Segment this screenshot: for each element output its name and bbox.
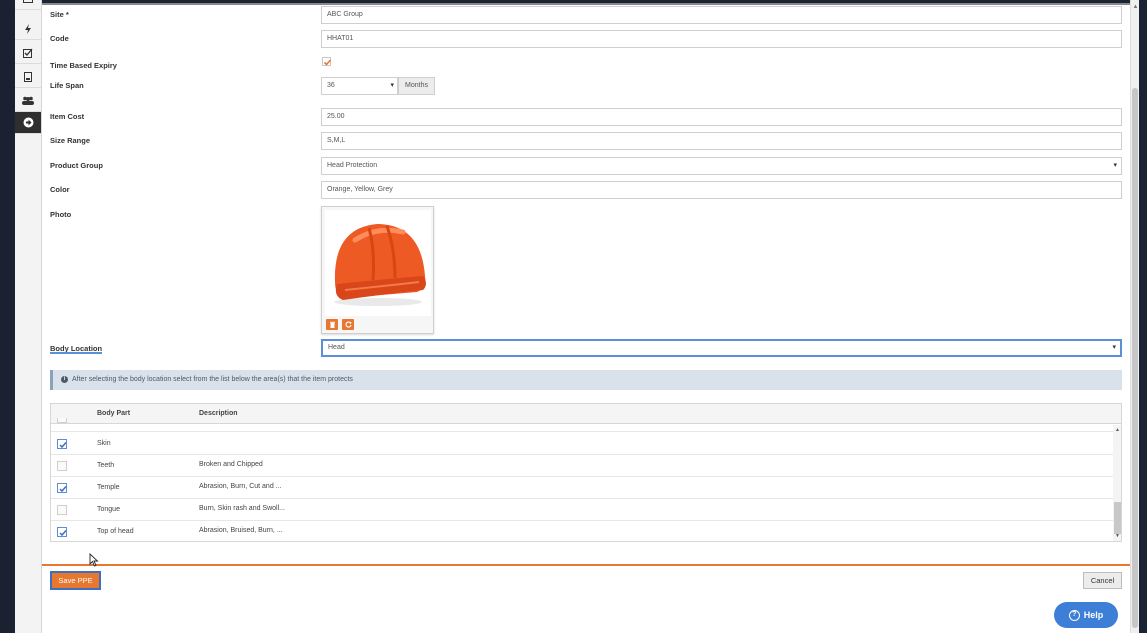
scroll-up-icon[interactable]: ▲ [1131,4,1140,10]
table-row-partial [51,414,1113,432]
life-span-value: 36 [327,82,335,89]
body-location-select[interactable]: Head [321,339,1122,357]
product-group-select[interactable]: Head Protection [321,157,1122,175]
page-scroll-thumb[interactable] [1132,88,1138,628]
description-cell: Abrasion, Burn, Cut and ... [199,483,282,490]
help-label: Help [1083,610,1104,620]
life-span-label: Life Span [50,81,84,90]
description-cell: Abrasion, Bruised, Burn, ... [199,527,283,534]
grid-scroll-thumb[interactable] [1114,502,1121,534]
life-span-unit: Months [398,77,435,95]
photo-frame [321,206,434,334]
body-part-grid: Body Part Description Skin Teeth Broken … [50,403,1122,542]
body-part-cell: Top of head [97,528,134,535]
row-checkbox[interactable] [57,418,67,423]
body-part-cell: Temple [97,484,120,491]
check-icon [59,530,67,537]
scroll-down-icon[interactable]: ▼ [1113,533,1121,539]
checklist-icon[interactable] [15,42,41,64]
body-part-cell: Teeth [97,462,115,469]
desktop-background [0,0,14,633]
info-text: After selecting the body location select… [72,376,353,383]
code-label: Code [50,34,69,43]
side-icon-bar [15,0,42,633]
info-bar: i After selecting the body location selec… [50,370,1122,390]
row-checkbox[interactable] [57,527,67,537]
product-group-label: Product Group [50,161,103,170]
item-cost-label: Item Cost [50,112,85,121]
site-label: Site * [50,10,69,19]
body-part-cell: Skin [97,440,111,447]
footer-divider [42,564,1130,566]
scroll-up-icon[interactable]: ▲ [1113,427,1121,433]
description-cell: Broken and Chipped [199,461,263,468]
body-part-cell: Tongue [97,506,120,513]
table-row[interactable]: Teeth Broken and Chipped [51,455,1113,477]
body-location-underline [50,352,102,354]
people-icon[interactable] [15,90,41,112]
cancel-button[interactable]: Cancel [1083,572,1122,589]
help-button[interactable]: ? Help [1054,602,1118,628]
page-scrollbar[interactable]: ▲ [1130,0,1139,633]
delete-photo-button[interactable] [326,319,338,330]
size-range-field[interactable]: S,M,L [321,132,1122,150]
code-field[interactable]: HHAT01 [321,30,1122,48]
chevron-down-icon: ▾ [390,82,394,89]
time-based-expiry-label: Time Based Expiry [50,61,117,70]
mouse-cursor-icon [89,553,99,567]
trash-icon [329,321,335,328]
row-checkbox[interactable] [57,483,67,493]
check-icon [59,486,67,493]
save-ppe-button[interactable]: Save PPE [50,571,101,590]
photo-label: Photo [50,210,72,219]
arrow-right-icon[interactable] [15,112,41,134]
color-field[interactable]: Orange, Yellow, Grey [321,181,1122,199]
document-icon[interactable] [15,66,41,88]
refresh-icon [345,321,352,328]
description-cell: Burn, Skin rash and Swoll... [199,505,285,512]
hard-hat-image [325,210,431,316]
item-cost-field[interactable]: 25.00 [321,108,1122,126]
row-checkbox[interactable] [57,461,67,471]
color-label: Color [50,185,70,194]
row-checkbox[interactable] [57,505,67,515]
question-icon: ? [1068,609,1080,621]
hierarchy-icon[interactable] [15,0,41,10]
lightning-icon[interactable] [15,18,41,40]
check-icon [59,442,67,449]
table-row[interactable]: Top of head Abrasion, Bruised, Burn, ... [51,521,1113,541]
table-row[interactable]: Skin [51,433,1113,455]
size-range-label: Size Range [50,136,91,145]
life-span-select[interactable]: 36 ▾ [321,77,398,95]
table-row[interactable]: Tongue Burn, Skin rash and Swoll... [51,499,1113,521]
info-icon: i [61,375,68,383]
time-based-expiry-checkbox[interactable] [322,57,332,66]
grid-scrollbar[interactable]: ▲ ▼ [1113,425,1121,541]
refresh-photo-button[interactable] [342,319,354,330]
table-row[interactable]: Temple Abrasion, Burn, Cut and ... [51,477,1113,499]
row-checkbox[interactable] [57,439,67,449]
site-field[interactable]: ABC Group [321,6,1122,24]
check-icon [323,59,332,66]
